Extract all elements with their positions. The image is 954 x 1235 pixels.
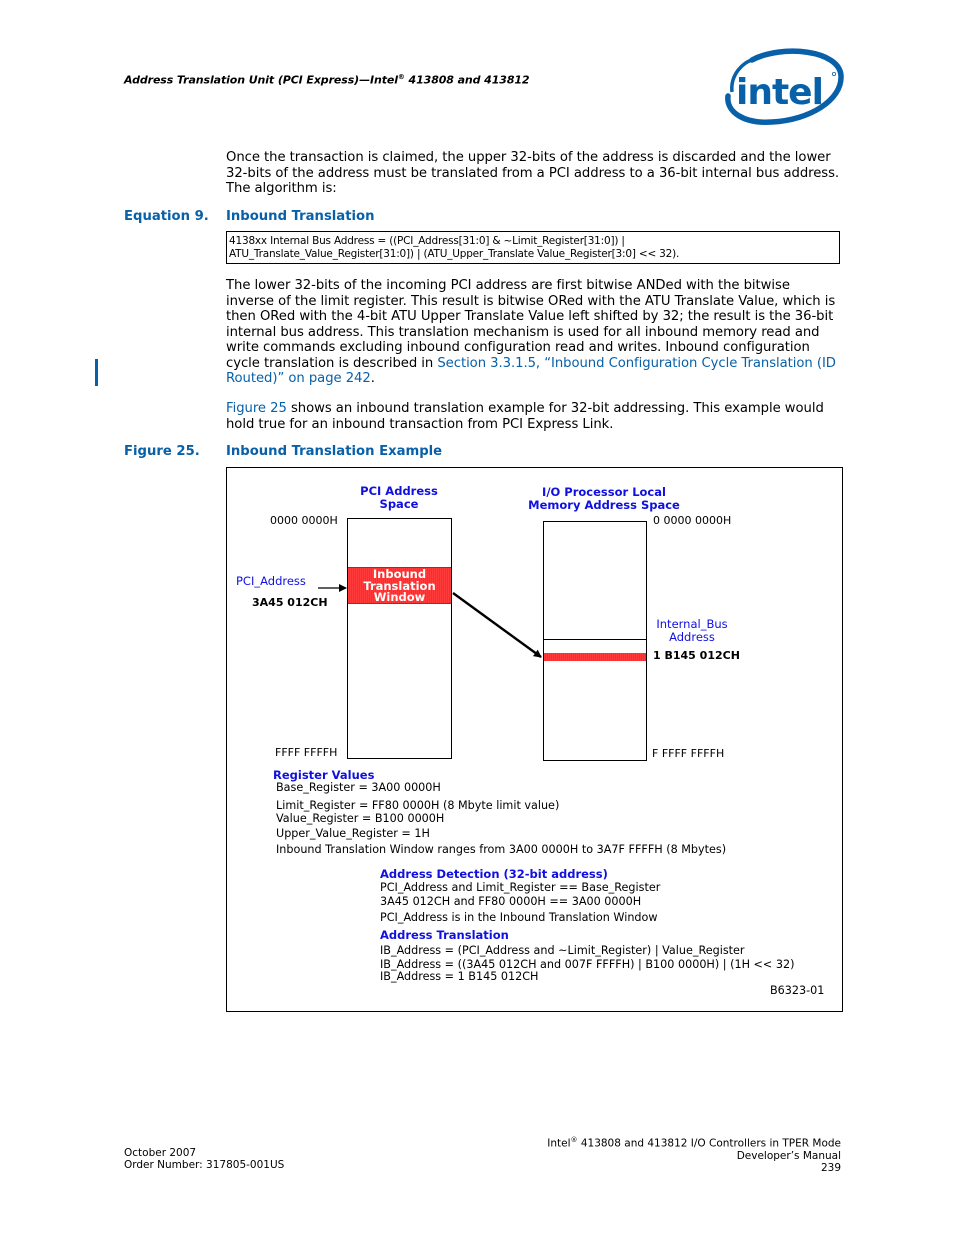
figure-id: B6323-01 (770, 984, 825, 997)
register-line: Base_Register = 3A00 0000H (276, 781, 441, 794)
detection-line: 3A45 012CH and FF80 0000H == 3A00 0000H (380, 895, 642, 908)
translation-line: IB_Address = (PCI_Address and ~Limit_Reg… (380, 944, 745, 957)
page-number: 239 (820, 1161, 841, 1174)
footer-doc-title: Intel® 413808 and 413812 I/O Controllers… (547, 1134, 841, 1150)
register-values-section: Register Values (273, 768, 374, 782)
translation-mapping-arrow (452, 592, 542, 658)
footer-right: Intel® 413808 and 413812 I/O Controllers… (547, 1134, 841, 1174)
address-translation-title: Address Translation (380, 928, 509, 942)
register-values-title: Register Values (273, 768, 375, 782)
footer-left: October 2007 Order Number: 317805-001US (124, 1147, 284, 1171)
detection-line: PCI_Address is in the Inbound Translatio… (380, 911, 658, 924)
registered-mark: ® (570, 1136, 578, 1144)
register-line: Limit_Register = FF80 0000H (8 Mbyte lim… (276, 799, 560, 812)
diagram-arrows (318, 584, 542, 658)
footer-doc-title-brand: Intel (547, 1137, 571, 1150)
register-line: Value_Register = B100 0000H (276, 812, 445, 825)
footer-order-number: Order Number: 317805-001US (124, 1159, 285, 1171)
footer-date: October 2007 (124, 1147, 197, 1159)
register-line: Upper_Value_Register = 1H (276, 827, 430, 840)
register-line: Inbound Translation Window ranges from 3… (276, 843, 727, 856)
address-detection-title: Address Detection (32-bit address) (380, 867, 608, 881)
footer-doc-title-rest: 413808 and 413812 I/O Controllers in TPE… (577, 1137, 841, 1150)
footer-doc-subtitle: Developer’s Manual (736, 1149, 841, 1162)
detection-line: PCI_Address and Limit_Register == Base_R… (380, 881, 661, 894)
translation-line: IB_Address = 1 B145 012CH (380, 970, 539, 983)
